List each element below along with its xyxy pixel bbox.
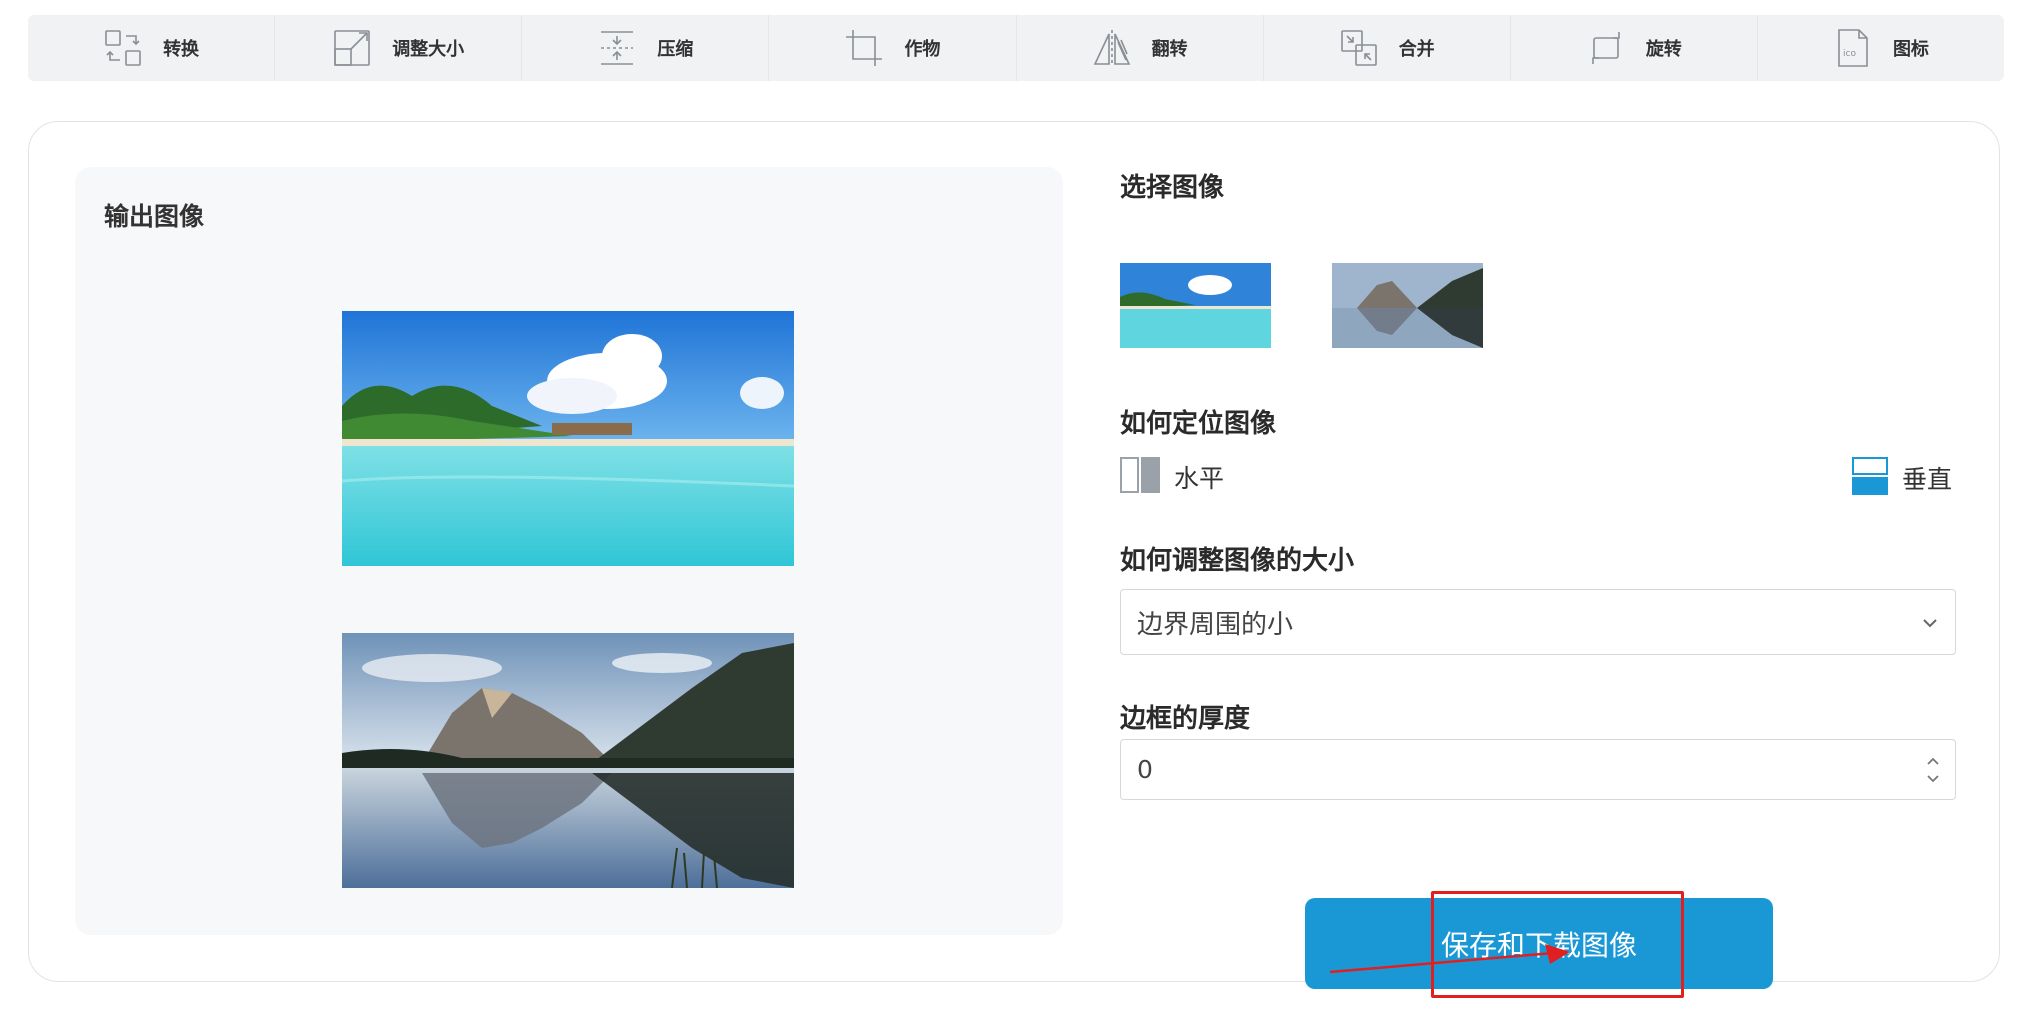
- merge-icon: [1339, 28, 1379, 68]
- resize-select[interactable]: 边界周围的小: [1120, 589, 1956, 655]
- tool-label: 压缩: [657, 39, 694, 60]
- border-thickness-title: 边框的厚度: [1120, 704, 1251, 734]
- chevron-down-icon[interactable]: [1927, 774, 1939, 783]
- chevron-down-icon: [1923, 613, 1937, 632]
- resize-select-value: 边界周围的小: [1137, 609, 1294, 640]
- vertical-option[interactable]: 垂直: [1852, 457, 1952, 499]
- chevron-up-icon[interactable]: [1927, 757, 1939, 765]
- tool-merge[interactable]: 合并: [1264, 15, 1511, 81]
- number-spinner[interactable]: [1927, 757, 1939, 783]
- svg-text:ico: ico: [1843, 49, 1856, 59]
- tool-label: 作物: [904, 39, 941, 60]
- select-image-title: 选择图像: [1120, 173, 1225, 203]
- convert-icon: [103, 28, 143, 68]
- flip-icon: [1092, 28, 1132, 68]
- mountain-lake-image: [342, 633, 794, 888]
- vertical-label: 垂直: [1902, 465, 1953, 494]
- tool-label: 调整大小: [392, 39, 465, 60]
- tool-icon[interactable]: ico 图标: [1758, 15, 2004, 81]
- tropical-beach-image: [342, 311, 794, 566]
- border-thickness-value: 0: [1137, 755, 1153, 784]
- tool-flip[interactable]: 翻转: [1017, 15, 1264, 81]
- vertical-layout-icon: [1852, 457, 1888, 499]
- tool-label: 翻转: [1151, 39, 1188, 60]
- tool-compress[interactable]: 压缩: [522, 15, 770, 81]
- tool-label: 旋转: [1645, 39, 1682, 60]
- rotate-icon: [1586, 28, 1626, 68]
- tropical-beach-thumbnail[interactable]: [1120, 263, 1271, 348]
- horizontal-label: 水平: [1174, 464, 1225, 493]
- border-thickness-input[interactable]: 0: [1120, 739, 1956, 800]
- tool-label: 图标: [1892, 39, 1929, 60]
- tool-label: 合并: [1398, 39, 1435, 60]
- save-download-button[interactable]: 保存和下载图像: [1305, 898, 1773, 989]
- resize-icon: [332, 28, 372, 68]
- output-panel: 输出图像: [75, 167, 1063, 935]
- tool-crop[interactable]: 作物: [769, 15, 1017, 81]
- tool-convert[interactable]: 转换: [28, 15, 276, 81]
- mountain-lake-thumbnail[interactable]: [1332, 263, 1483, 348]
- tool-label: 转换: [163, 39, 200, 60]
- horizontal-option[interactable]: 水平: [1120, 457, 1224, 497]
- tool-rotate[interactable]: 旋转: [1511, 15, 1758, 81]
- positioning-title: 如何定位图像: [1120, 409, 1277, 439]
- tool-resize[interactable]: 调整大小: [275, 15, 523, 81]
- tool-navigation-bar: 转换 调整大小 压缩 作物 翻转 合并 旋转 ico 图标: [28, 15, 2004, 81]
- compress-icon: [597, 28, 637, 68]
- output-title: 输出图像: [104, 202, 205, 231]
- crop-icon: [844, 28, 884, 68]
- ico-icon: ico: [1833, 28, 1873, 68]
- horizontal-layout-icon: [1120, 457, 1160, 497]
- resize-title: 如何调整图像的大小: [1120, 546, 1355, 576]
